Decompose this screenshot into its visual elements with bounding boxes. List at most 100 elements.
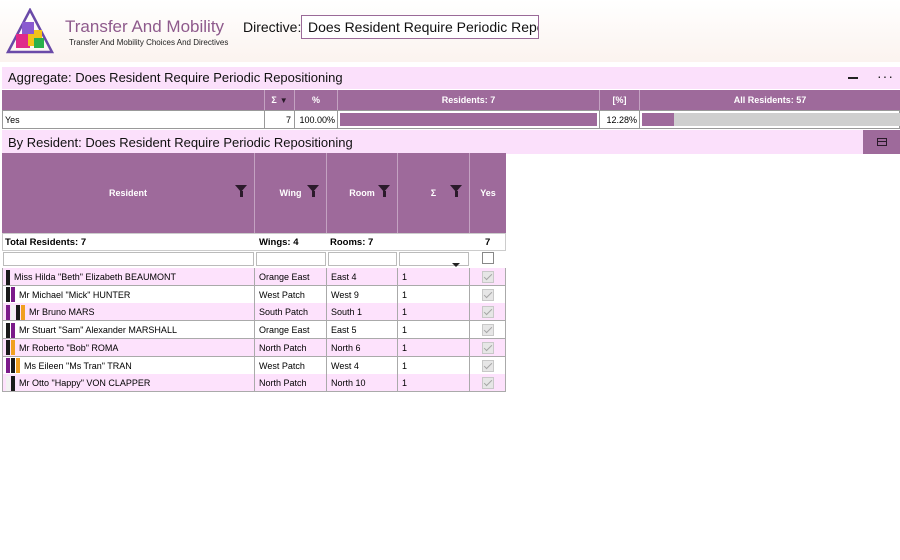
yes-checkbox[interactable]: [482, 271, 494, 283]
tag-stripe: [6, 340, 10, 356]
tag-stripe: [11, 340, 15, 356]
app-title: Transfer And Mobility: [65, 17, 225, 36]
yes-cell: [470, 321, 506, 340]
col-header-wing[interactable]: Wing: [255, 153, 327, 233]
resident-cell: Miss Hilda "Beth" Elizabeth BEAUMONT: [2, 268, 255, 286]
col-header-sum[interactable]: Σ: [398, 153, 470, 233]
sum-filter-icon[interactable]: [450, 185, 462, 197]
agg-header-sum[interactable]: Σ ▼: [265, 90, 295, 110]
agg-row-residents-cell: [338, 110, 600, 129]
wing-cell: West Patch: [255, 356, 327, 375]
wing-filter-input[interactable]: [256, 252, 326, 266]
aggregate-title: Aggregate: Does Resident Require Periodi…: [8, 70, 343, 85]
yes-checkbox[interactable]: [482, 359, 494, 372]
col-wing-label: Wing: [279, 188, 302, 198]
col-header-resident[interactable]: Resident: [2, 153, 255, 233]
residents-bar-track: [340, 113, 597, 126]
minimize-icon[interactable]: [848, 77, 858, 79]
tag-stripe: [21, 304, 25, 320]
col-resident-label: Resident: [108, 188, 147, 198]
table-row[interactable]: Miss Hilda "Beth" Elizabeth BEAUMONT Oran…: [2, 268, 506, 286]
yes-cell: [470, 374, 506, 393]
resident-tag-stripes: [6, 375, 16, 391]
room-filter-icon[interactable]: [378, 185, 390, 197]
tag-stripe: [11, 375, 15, 391]
room-cell: West 4: [327, 356, 398, 375]
app-logo: [6, 8, 54, 54]
table-row[interactable]: Mr Roberto "Bob" ROMA North Patch North 61: [2, 338, 506, 357]
wing-cell: Orange East: [255, 268, 327, 286]
count-cell: 1: [398, 268, 470, 286]
yes-checkbox[interactable]: [482, 377, 494, 390]
total-rooms: Rooms: 7: [330, 237, 374, 248]
room-cell: South 1: [327, 303, 398, 322]
table-row[interactable]: Mr Otto "Happy" VON CLAPPER North Patch No…: [2, 374, 506, 393]
directive-select[interactable]: Does Resident Require Periodic Repositio…: [301, 15, 539, 39]
room-filter-input[interactable]: [328, 252, 397, 266]
agg-row-count: 7: [265, 110, 295, 129]
yes-checkbox[interactable]: [482, 288, 494, 301]
aggregate-row[interactable]: Yes 7 100.00% 12.28%: [2, 110, 900, 129]
col-header-yes[interactable]: Yes: [470, 153, 506, 233]
resident-name: Mr Stuart "Sam" Alexander MARSHALL: [19, 325, 177, 336]
count-cell: 1: [398, 303, 470, 322]
resident-tag-stripes: [6, 287, 16, 303]
col-room-label: Room: [349, 188, 375, 198]
table-row[interactable]: Mr Bruno MARS South Patch South 11: [2, 303, 506, 322]
resident-cell: Mr Otto "Happy" VON CLAPPER: [2, 374, 255, 393]
col-sum-label: Σ: [430, 188, 437, 198]
room-cell: North 6: [327, 338, 398, 357]
resident-tag-stripes: [6, 269, 11, 285]
more-options-icon[interactable]: ···: [877, 68, 894, 84]
wing-cell: West Patch: [255, 285, 327, 304]
residents-bar-fill: [340, 113, 597, 126]
yes-checkbox[interactable]: [482, 306, 494, 319]
resident-tag-stripes: [6, 358, 21, 373]
resident-name: Ms Eileen "Ms Tran" TRAN: [24, 360, 132, 371]
total-wings: Wings: 4: [259, 237, 299, 248]
table-view-button[interactable]: [863, 130, 900, 154]
table-row[interactable]: Mr Michael "Mick" HUNTER West Patch West 9…: [2, 285, 506, 304]
resident-name: Mr Otto "Happy" VON CLAPPER: [19, 378, 151, 389]
yes-cell: [470, 303, 506, 322]
tag-stripe: [6, 375, 10, 391]
agg-header-all-residents: All Residents: 57: [733, 95, 807, 105]
count-cell: 1: [398, 321, 470, 340]
agg-row-label: Yes: [2, 110, 265, 129]
table-row[interactable]: Ms Eileen "Ms Tran" TRAN West Patch West 4…: [2, 356, 506, 375]
col-header-room[interactable]: Room: [327, 153, 398, 233]
sort-chevron-icon[interactable]: ▼: [280, 96, 288, 105]
resident-tag-stripes: [6, 322, 16, 338]
sum-label: Σ: [271, 95, 277, 105]
count-cell: 1: [398, 356, 470, 375]
table-row[interactable]: Mr Stuart "Sam" Alexander MARSHALL Orange…: [2, 321, 506, 340]
wing-filter-icon[interactable]: [307, 185, 319, 197]
resident-cell: Mr Roberto "Bob" ROMA: [2, 338, 255, 357]
wing-cell: North Patch: [255, 374, 327, 393]
tag-stripe: [6, 304, 10, 320]
sum-filter-dropdown[interactable]: [399, 252, 469, 267]
resident-cell: Mr Stuart "Sam" Alexander MARSHALL: [2, 321, 255, 340]
total-yes: 7: [485, 237, 491, 248]
wing-cell: South Patch: [255, 303, 327, 322]
room-cell: North 10: [327, 374, 398, 393]
by-resident-title: By Resident: Does Resident Require Perio…: [8, 135, 353, 150]
totals-row: Total Residents: 7 Wings: 4 Rooms: 7 7: [2, 233, 506, 251]
tag-stripe: [11, 304, 15, 320]
yes-checkbox[interactable]: [482, 341, 494, 354]
resident-filter-icon[interactable]: [235, 185, 247, 197]
yes-checkbox[interactable]: [482, 324, 494, 337]
tag-stripe: [11, 287, 15, 303]
yes-cell: [470, 356, 506, 375]
agg-header-label: [2, 90, 265, 110]
app-subtitle: Transfer And Mobility Choices And Direct…: [69, 38, 229, 47]
resident-filter-input[interactable]: [3, 252, 254, 266]
all-residents-bar-track: [642, 113, 900, 126]
room-cell: West 9: [327, 285, 398, 304]
tag-stripe: [6, 358, 10, 373]
yes-filter-checkbox[interactable]: [482, 252, 494, 264]
room-cell: East 5: [327, 321, 398, 340]
tag-stripe: [11, 358, 15, 373]
aggregate-header-row: Σ ▼ % Residents: 7 [%] All Residents: 57: [2, 90, 900, 110]
resident-name: Mr Michael "Mick" HUNTER: [19, 289, 131, 300]
